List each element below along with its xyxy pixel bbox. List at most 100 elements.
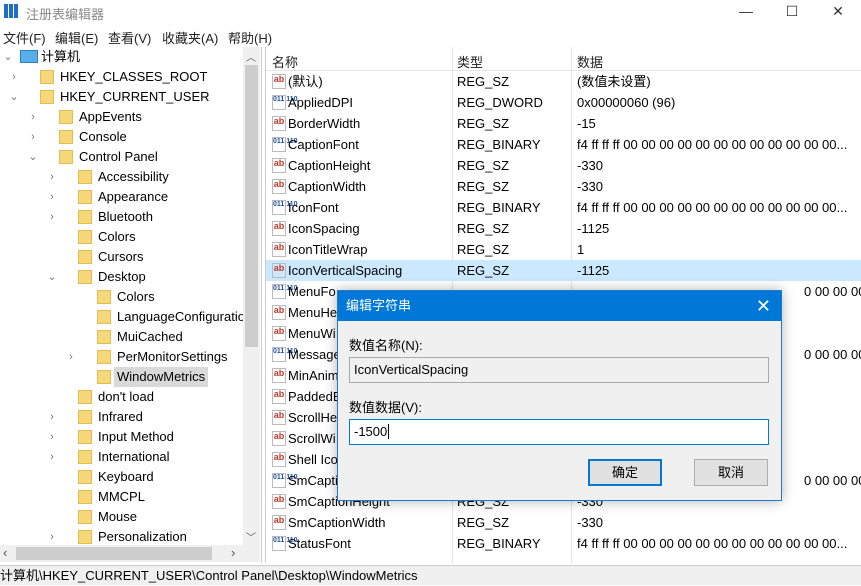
chevron-right-icon[interactable]: › — [46, 407, 58, 427]
value-row[interactable]: ab BorderWidth REG_SZ -15 — [266, 113, 861, 134]
tree-item[interactable]: ⌄ Desktop — [0, 267, 260, 287]
tree-item[interactable]: ⌄ Control Panel — [0, 147, 260, 167]
menu-edit[interactable]: 编辑(E) — [55, 28, 98, 47]
tree-hscroll-thumb[interactable] — [16, 547, 212, 560]
value-name: PaddedB — [288, 389, 342, 404]
tree-item[interactable]: ⌄ HKEY_CURRENT_USER — [0, 87, 260, 107]
chevron-down-icon[interactable]: ⌄ — [27, 147, 39, 167]
string-value-icon: ab — [272, 326, 286, 341]
value-name: IconSpacing — [288, 221, 360, 236]
value-row[interactable]: ab IconSpacing REG_SZ -1125 — [266, 218, 861, 239]
tree-item[interactable]: › International — [0, 447, 260, 467]
value-row[interactable]: 011 110 AppliedDPI REG_DWORD 0x00000060 (96… — [266, 92, 861, 113]
tree-item-label: Mouse — [98, 509, 138, 524]
value-row[interactable]: ab CaptionWidth REG_SZ -330 — [266, 176, 861, 197]
value-name: BorderWidth — [288, 116, 361, 131]
list-header: 名称 类型 数据 — [266, 47, 861, 71]
value-row[interactable]: ab (默认) REG_SZ (数值未设置) — [266, 71, 861, 92]
scroll-left-icon[interactable]: ‹ — [3, 545, 7, 560]
tree-item-label: MMCPL — [98, 489, 145, 504]
binary-value-icon: 011 110 — [272, 200, 298, 215]
string-value-icon: ab — [272, 515, 286, 530]
tree-item[interactable]: Cursors — [0, 247, 260, 267]
regedit-app-icon — [4, 4, 18, 18]
binary-value-icon: 011 110 — [272, 137, 298, 152]
tree-item[interactable]: Colors — [0, 227, 260, 247]
tree-item[interactable]: MMCPL — [0, 487, 260, 507]
menu-file[interactable]: 文件(F) — [3, 28, 46, 47]
column-header-name[interactable]: 名称 — [272, 52, 298, 71]
chevron-right-icon[interactable]: › — [8, 67, 20, 87]
chevron-right-icon[interactable]: › — [46, 207, 58, 227]
tree-vertical-scrollbar[interactable]: ︿ ﹀ — [243, 47, 260, 545]
menu-help[interactable]: 帮助(H) — [228, 28, 272, 47]
chevron-down-icon[interactable]: ⌄ — [8, 87, 20, 107]
chevron-down-icon[interactable]: ⌄ — [46, 267, 58, 287]
tree-item[interactable]: don't load — [0, 387, 260, 407]
tree-item[interactable]: Mouse — [0, 507, 260, 527]
tree-item[interactable]: › Personalization — [0, 527, 260, 547]
scroll-right-icon[interactable]: › — [231, 545, 235, 560]
folder-icon — [59, 110, 73, 124]
value-row[interactable]: ab IconTitleWrap REG_SZ 1 — [266, 239, 861, 260]
menu-view[interactable]: 查看(V) — [108, 28, 151, 47]
tree-item[interactable]: › Infrared — [0, 407, 260, 427]
chevron-right-icon[interactable]: › — [65, 347, 77, 367]
menu-favorites[interactable]: 收藏夹(A) — [162, 28, 218, 47]
maximize-button[interactable]: ☐ — [769, 0, 815, 24]
folder-icon — [78, 530, 92, 544]
tree-item[interactable]: ⌄ 计算机 — [0, 47, 260, 67]
tree-item[interactable]: › Appearance — [0, 187, 260, 207]
tree-item[interactable]: › AppEvents — [0, 107, 260, 127]
chevron-right-icon[interactable]: › — [46, 427, 58, 447]
column-header-type[interactable]: 类型 — [457, 52, 483, 71]
chevron-right-icon[interactable]: › — [27, 107, 39, 127]
ok-button[interactable]: 确定 — [588, 459, 662, 486]
value-data: 0x00000060 (96) — [577, 95, 676, 110]
value-row[interactable]: ab CaptionHeight REG_SZ -330 — [266, 155, 861, 176]
chevron-right-icon[interactable]: › — [46, 187, 58, 207]
chevron-down-icon[interactable]: ⌄ — [2, 47, 14, 67]
tree-item[interactable]: › HKEY_CLASSES_ROOT — [0, 67, 260, 87]
value-row[interactable]: ab IconVerticalSpacing REG_SZ -1125 — [266, 260, 861, 281]
key-tree[interactable]: ⌄ 计算机 › HKEY_CLASSES_ROOT ⌄ HKEY_CURRENT_USER… — [0, 47, 262, 563]
value-data: 0 00 00 00... — [804, 284, 861, 299]
value-type: REG_SZ — [457, 263, 510, 278]
column-header-data[interactable]: 数据 — [577, 52, 603, 71]
close-button[interactable]: ✕ — [815, 0, 861, 24]
tree-item[interactable]: › Accessibility — [0, 167, 260, 187]
tree-item[interactable]: › Input Method — [0, 427, 260, 447]
tree-scroll-thumb[interactable] — [245, 65, 258, 347]
scroll-up-icon[interactable]: ︿ — [246, 49, 256, 64]
value-row[interactable]: 011 110 StatusFont REG_BINARY f4 ff ff ff 0… — [266, 533, 861, 554]
chevron-right-icon[interactable]: › — [46, 167, 58, 187]
tree-item[interactable]: › Console — [0, 127, 260, 147]
value-row[interactable]: 011 110 IconFont REG_BINARY f4 ff ff ff 00 … — [266, 197, 861, 218]
tree-item[interactable]: › PerMonitorSettings — [0, 347, 260, 367]
folder-icon — [78, 490, 92, 504]
tree-horizontal-scrollbar[interactable]: ‹ › — [0, 545, 260, 562]
chevron-right-icon[interactable]: › — [46, 447, 58, 467]
chevron-right-icon[interactable]: › — [27, 127, 39, 147]
string-value-icon: ab — [272, 158, 286, 173]
tree-item[interactable]: Colors — [0, 287, 260, 307]
dialog-close-icon[interactable]: ✕ — [756, 291, 771, 321]
tree-item[interactable]: MuiCached — [0, 327, 260, 347]
value-row[interactable]: 011 110 CaptionFont REG_BINARY f4 ff ff ff … — [266, 134, 861, 155]
tree-item[interactable]: › Bluetooth — [0, 207, 260, 227]
value-row[interactable]: ab SmCaptionWidth REG_SZ -330 — [266, 512, 861, 533]
folder-icon — [78, 210, 92, 224]
minimize-button[interactable]: — — [723, 0, 769, 24]
scroll-down-icon[interactable]: ﹀ — [246, 529, 256, 544]
chevron-right-icon[interactable]: › — [46, 527, 58, 547]
menu-bar: 文件(F) 编辑(E) 查看(V) 收藏夹(A) 帮助(H) — [0, 26, 861, 46]
value-data: -15 — [577, 116, 596, 131]
value-type: REG_SZ — [457, 179, 510, 194]
tree-item[interactable]: Keyboard — [0, 467, 260, 487]
title-bar: 注册表编辑器 — ☐ ✕ — [0, 0, 861, 24]
cancel-button[interactable]: 取消 — [694, 459, 768, 486]
tree-item[interactable]: WindowMetrics — [0, 367, 260, 387]
tree-item[interactable]: LanguageConfiguratio — [0, 307, 260, 327]
value-data-input[interactable]: -1500​ — [349, 419, 769, 445]
value-name-label: 数值名称(N): — [349, 338, 423, 353]
